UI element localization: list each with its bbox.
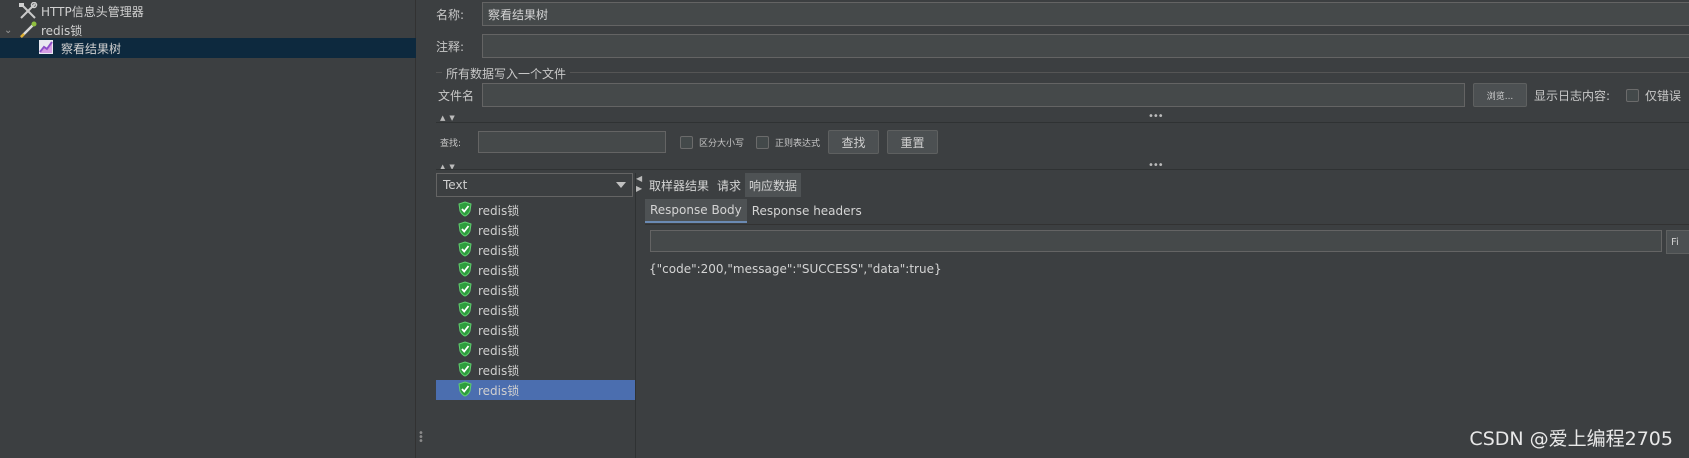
list-item-label: redis锁: [478, 343, 520, 358]
list-item[interactable]: redis锁: [436, 380, 635, 400]
collapse-arrows[interactable]: ▲▼: [440, 114, 459, 122]
tree-item-label: redis锁: [41, 23, 83, 38]
list-item-label: redis锁: [478, 363, 520, 378]
success-shield-icon: [458, 360, 472, 380]
tree-item-http-header-manager[interactable]: HTTP信息头管理器: [0, 1, 416, 21]
list-item[interactable]: redis锁: [436, 280, 635, 300]
reset-button[interactable]: 重置: [887, 130, 939, 154]
list-item[interactable]: redis锁: [436, 340, 635, 360]
list-item-label: redis锁: [478, 303, 520, 318]
file-row: 文件名 浏览... 显示日志内容: 仅错误: [438, 83, 1681, 107]
success-shield-icon: [458, 320, 472, 340]
tab-response-body[interactable]: Response Body: [645, 199, 747, 223]
errors-only-checkbox[interactable]: [1626, 88, 1640, 102]
renderer-value: Text: [443, 178, 468, 192]
file-field[interactable]: [482, 83, 1465, 107]
chevron-down-icon[interactable]: ⌄: [4, 25, 16, 36]
regex-label: 正则表达式: [775, 138, 821, 149]
list-item[interactable]: redis锁: [436, 200, 635, 220]
search-row: 查找: 区分大小写 正则表达式 查找 重置: [440, 130, 939, 154]
sampler-results-list: Text redis锁 redis锁 redis锁 redis锁 redis锁 redis…: [436, 173, 636, 458]
renderer-select[interactable]: Text: [436, 173, 633, 197]
response-find-button[interactable]: Fi: [1666, 230, 1689, 254]
tree-item-label: 察看结果树: [61, 41, 122, 56]
pane-toggle-arrows[interactable]: ◀ ▶: [636, 174, 644, 194]
wrench-cross-icon: [18, 1, 38, 20]
success-shield-icon: [458, 300, 472, 320]
list-item-label: redis锁: [478, 243, 520, 258]
case-sensitive-label: 区分大小写: [699, 138, 745, 149]
file-label: 文件名: [438, 88, 475, 103]
comment-field[interactable]: [482, 34, 1689, 58]
watermark: CSDN @爱上编程2705: [1469, 428, 1673, 450]
group-title: 所有数据写入一个文件: [442, 65, 571, 82]
tab-request[interactable]: 请求: [713, 173, 745, 197]
list-item[interactable]: redis锁: [436, 320, 635, 340]
list-item-label: redis锁: [478, 323, 520, 338]
success-shield-icon: [458, 260, 472, 280]
search-input[interactable]: [478, 131, 666, 153]
separator: [436, 169, 1689, 170]
result-tabs: 取样器结果 请求 响应数据: [645, 173, 802, 197]
chevron-down-icon: [616, 182, 626, 188]
name-label: 名称:: [436, 7, 465, 22]
response-find-input[interactable]: [650, 230, 1662, 252]
success-shield-icon: [458, 380, 472, 400]
test-plan-tree: HTTP信息头管理器 ⌄ redis锁 察看结果树 • • •: [0, 0, 424, 458]
success-shield-icon: [458, 280, 472, 300]
list-item-label: redis锁: [478, 263, 520, 278]
list-item-label: redis锁: [478, 283, 520, 298]
list-item[interactable]: redis锁: [436, 300, 635, 320]
splitter-grip[interactable]: • • •: [418, 429, 424, 447]
name-row: 名称:: [436, 2, 1689, 26]
success-shield-icon: [458, 340, 472, 360]
success-shield-icon: [458, 220, 472, 240]
tab-sampler-result[interactable]: 取样器结果: [645, 173, 713, 197]
tree-item-redis-lock[interactable]: ⌄ redis锁: [0, 20, 416, 40]
list-item-label: redis锁: [478, 223, 520, 238]
list-item[interactable]: redis锁: [436, 260, 635, 280]
tree-item-view-results-tree[interactable]: 察看结果树: [0, 38, 416, 58]
response-subtabs: Response Body Response headers: [645, 199, 867, 223]
browse-button[interactable]: 浏览...: [1473, 83, 1527, 107]
tab-response-headers[interactable]: Response headers: [747, 199, 867, 223]
search-label: 查找:: [440, 138, 462, 149]
separator: [436, 122, 1689, 123]
name-field[interactable]: [482, 2, 1689, 26]
separator: [645, 224, 1689, 225]
errors-only-label: 仅错误: [1645, 88, 1682, 103]
list-item[interactable]: redis锁: [436, 240, 635, 260]
comment-row: 注释:: [436, 34, 1689, 58]
results-tree-panel: 名称: 注释: 所有数据写入一个文件 文件名 浏览... 显示日志内容: 仅错误…: [426, 0, 1689, 458]
find-button[interactable]: 查找: [828, 130, 880, 154]
list-item-label: redis锁: [478, 203, 520, 218]
comment-label: 注释:: [436, 39, 465, 54]
response-body-text: {"code":200,"message":"SUCCESS","data":t…: [649, 262, 942, 276]
list-item[interactable]: redis锁: [436, 360, 635, 380]
case-sensitive-checkbox[interactable]: [680, 135, 693, 149]
success-shield-icon: [458, 200, 472, 220]
list-item[interactable]: redis锁: [436, 220, 635, 240]
regex-checkbox[interactable]: [756, 135, 770, 149]
group-border: [436, 72, 1689, 73]
splitter-dots[interactable]: •••: [1148, 111, 1164, 122]
chart-icon: [38, 39, 58, 57]
tree-item-label: HTTP信息头管理器: [41, 4, 144, 19]
success-shield-icon: [458, 240, 472, 260]
log-content-label: 显示日志内容:: [1534, 88, 1611, 103]
pipette-icon: [18, 21, 38, 39]
tab-response-data[interactable]: 响应数据: [745, 173, 802, 197]
list-item-label: redis锁: [478, 383, 520, 398]
